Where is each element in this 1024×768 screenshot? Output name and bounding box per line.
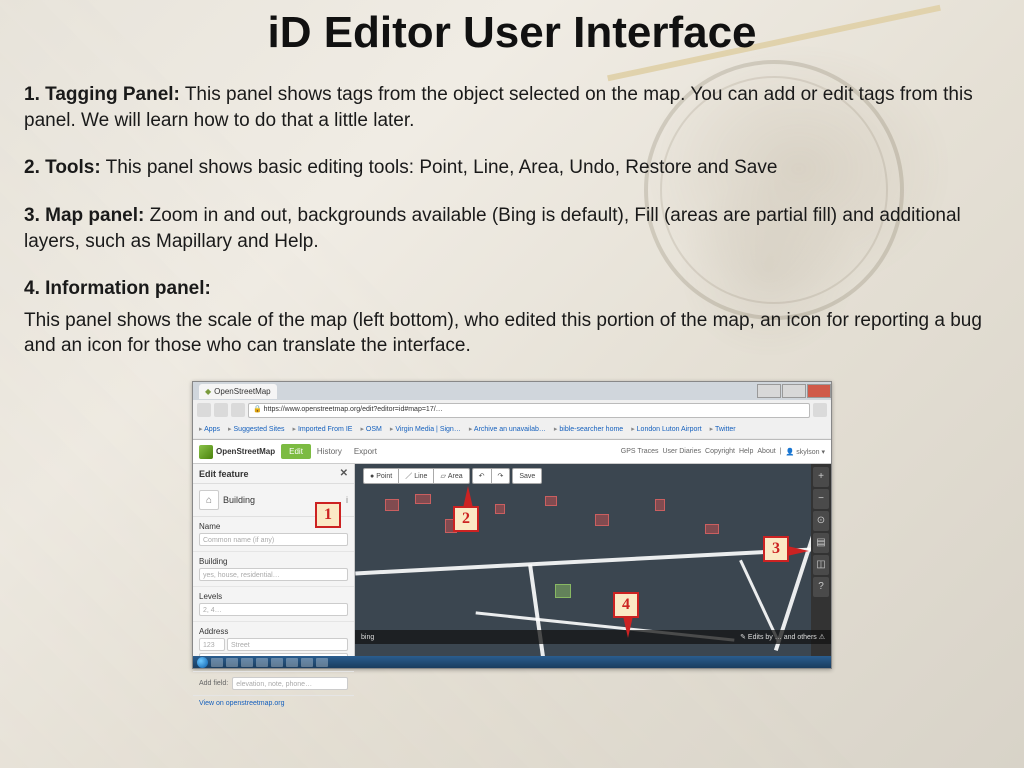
browser-tab[interactable]: ◆OpenStreetMap [199,384,277,399]
callout-4: 4 [613,592,639,618]
help-button[interactable]: ? [813,577,829,597]
address-bar[interactable]: 🔒 https://www.openstreetmap.org/edit?edi… [248,403,810,418]
para3-body: Zoom in and out, backgrounds available (… [24,205,961,252]
map-side-panel: + − ⊙ ▤ ◫ ? [811,464,831,656]
callout-2: 2 [453,506,479,532]
history-button[interactable]: History [311,444,348,459]
window-min-button[interactable] [757,384,781,398]
locate-button[interactable]: ⊙ [813,511,829,531]
address-label: Address [199,627,348,636]
area-tool[interactable]: ▱ Area [433,468,469,484]
info-panel-text: This panel shows the scale of the map (l… [24,308,994,359]
redo-button[interactable]: ↷ [491,468,511,484]
map-canvas[interactable]: ● Point ／ Line ▱ Area ↶ ↷ Save [355,464,831,656]
close-icon[interactable]: ✕ [340,468,348,479]
name-input[interactable]: Common name (if any) [199,533,348,546]
info-icon[interactable]: i [346,495,348,505]
save-button[interactable]: Save [512,468,542,484]
task-icon[interactable] [241,658,253,667]
sidebar-title: Edit feature [199,469,249,479]
view-on-osm-link[interactable]: View on openstreetmap.org [193,696,354,711]
para3-lead: 3. Map panel: [24,205,144,226]
link-gps[interactable]: GPS Traces [621,448,659,456]
para2-lead: 2. Tools: [24,157,101,178]
undo-button[interactable]: ↶ [472,468,491,484]
bookmarks-bar[interactable]: Apps Suggested Sites Imported From IE OS… [193,420,831,438]
edits-info[interactable]: ✎ Edits by … and others ⚠ [740,633,825,641]
menu-button[interactable] [813,403,827,417]
link-diaries[interactable]: User Diaries [663,448,702,456]
preset-label: Building [223,495,255,505]
forward-button[interactable] [214,403,228,417]
building-label: Building [199,557,348,566]
levels-input[interactable]: 2, 4… [199,603,348,616]
information-panel: bing ✎ Edits by … and others ⚠ [355,630,831,644]
export-button[interactable]: Export [348,444,383,459]
point-tool[interactable]: ● Point [363,468,398,484]
editor-screenshot: ◆OpenStreetMap 🔒 https://www.openstreetm… [192,381,832,669]
addr-street-input[interactable]: Street [227,638,348,651]
task-icon[interactable] [271,658,283,667]
windows-taskbar[interactable] [193,656,831,668]
link-copyright[interactable]: Copyright [705,448,735,456]
callout-1: 1 [315,502,341,528]
map-data-button[interactable]: ◫ [813,555,829,575]
task-icon[interactable] [226,658,238,667]
osm-header: OpenStreetMap Edit History Export GPS Tr… [193,440,831,464]
tagging-panel: Edit feature ✕ ⌂ Building i Name Common … [193,464,355,656]
task-icon[interactable] [301,658,313,667]
line-tool[interactable]: ／ Line [398,468,433,484]
tools-panel: ● Point ／ Line ▱ Area ↶ ↷ Save [363,468,542,484]
add-field-label: Add field: [199,680,228,687]
para4-lead: 4. Information panel: [24,278,211,299]
task-icon[interactable] [316,658,328,667]
reload-button[interactable] [231,403,245,417]
page-title: iD Editor User Interface [0,0,1024,58]
content-body: 1. Tagging Panel: This panel shows tags … [0,58,1024,359]
zoom-in-button[interactable]: + [813,467,829,487]
building-input[interactable]: yes, house, residential… [199,568,348,581]
link-help[interactable]: Help [739,448,753,456]
start-button[interactable] [197,657,208,668]
layers-button[interactable]: ▤ [813,533,829,553]
para1-lead: 1. Tagging Panel: [24,84,180,105]
task-icon[interactable] [256,658,268,667]
callout-3: 3 [763,536,789,562]
addr-num-input[interactable]: 123 [199,638,225,651]
osm-logo[interactable]: OpenStreetMap [193,445,281,459]
levels-label: Levels [199,592,348,601]
window-close-button[interactable] [807,384,831,398]
window-max-button[interactable] [782,384,806,398]
edit-button[interactable]: Edit [281,444,311,459]
building-icon[interactable]: ⌂ [199,490,219,510]
osm-logo-icon [199,445,213,459]
link-about[interactable]: About [757,448,775,456]
task-icon[interactable] [286,658,298,667]
user-menu[interactable]: 👤 skylson ▾ [786,448,825,456]
task-icon[interactable] [211,658,223,667]
add-field-select[interactable]: elevation, note, phone… [232,677,348,690]
zoom-out-button[interactable]: − [813,489,829,509]
imagery-attr: bing [361,634,374,641]
para2-body: This panel shows basic editing tools: Po… [101,157,778,178]
back-button[interactable] [197,403,211,417]
